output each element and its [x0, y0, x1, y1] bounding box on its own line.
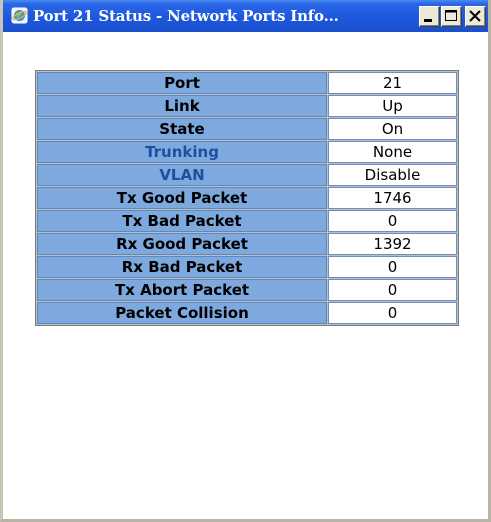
state-value: On [328, 118, 457, 140]
minimize-button[interactable] [419, 6, 440, 27]
packet-collision-value: 0 [328, 302, 457, 324]
browser-app-icon[interactable] [11, 7, 28, 24]
trunking-value: None [328, 141, 457, 163]
tx-bad-packet-label: Tx Bad Packet [37, 210, 327, 232]
table-row: Tx Bad Packet 0 [37, 210, 457, 232]
table-row: VLAN Disable [37, 164, 457, 186]
table-row: Port 21 [37, 72, 457, 94]
rx-good-packet-value: 1392 [328, 233, 457, 255]
close-button[interactable] [465, 6, 486, 27]
vlan-link[interactable]: VLAN [37, 164, 327, 186]
close-icon [469, 10, 481, 22]
table-row: Tx Abort Packet 0 [37, 279, 457, 301]
window-title: Port 21 Status - Network Ports Info... [33, 7, 339, 25]
table-row: Trunking None [37, 141, 457, 163]
tx-good-packet-value: 1746 [328, 187, 457, 209]
rx-bad-packet-value: 0 [328, 256, 457, 278]
title-bar[interactable]: Port 21 Status - Network Ports Info... [3, 0, 488, 32]
packet-collision-label: Packet Collision [37, 302, 327, 324]
port-label: Port [37, 72, 327, 94]
rx-good-packet-label: Rx Good Packet [37, 233, 327, 255]
vlan-value: Disable [328, 164, 457, 186]
port-status-table: Port 21 Link Up State On Trunking None V… [35, 70, 459, 326]
tx-bad-packet-value: 0 [328, 210, 457, 232]
link-value: Up [328, 95, 457, 117]
tx-good-packet-label: Tx Good Packet [37, 187, 327, 209]
link-label: Link [37, 95, 327, 117]
maximize-icon [445, 10, 457, 21]
table-row: Packet Collision 0 [37, 302, 457, 324]
table-row: State On [37, 118, 457, 140]
tx-abort-packet-value: 0 [328, 279, 457, 301]
port-value: 21 [328, 72, 457, 94]
table-row: Rx Bad Packet 0 [37, 256, 457, 278]
tx-abort-packet-label: Tx Abort Packet [37, 279, 327, 301]
minimize-icon [424, 19, 432, 22]
table-row: Link Up [37, 95, 457, 117]
maximize-button[interactable] [441, 6, 462, 27]
table-row: Tx Good Packet 1746 [37, 187, 457, 209]
table-row: Rx Good Packet 1392 [37, 233, 457, 255]
trunking-link[interactable]: Trunking [37, 141, 327, 163]
rx-bad-packet-label: Rx Bad Packet [37, 256, 327, 278]
page-content: Port 21 Link Up State On Trunking None V… [3, 32, 488, 519]
popup-window: Port 21 Status - Network Ports Info... P… [0, 0, 491, 522]
state-label: State [37, 118, 327, 140]
